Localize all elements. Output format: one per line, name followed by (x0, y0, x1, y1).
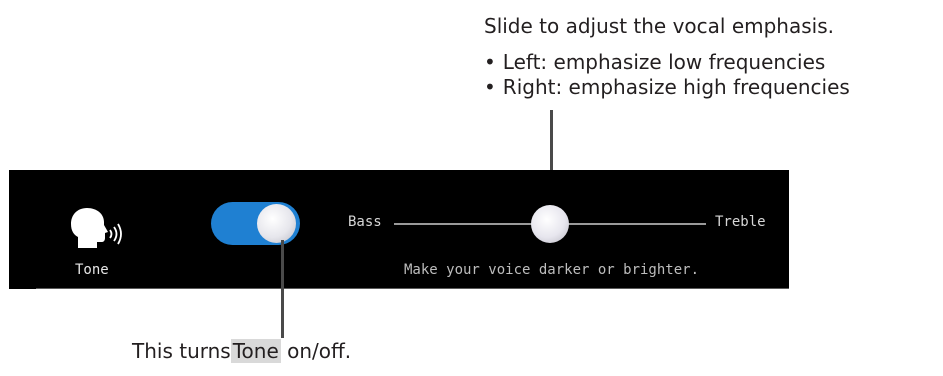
tone-label: Tone (75, 262, 109, 278)
callout-toggle: This turns Tone on/off. (132, 338, 351, 364)
slider-hint-text: Make your voice darker or brighter. (404, 262, 700, 278)
panel-divider (36, 288, 789, 289)
callout-toggle-leader-line (281, 240, 284, 338)
callout-toggle-highlight: Tone (230, 339, 281, 363)
callout-bullet-left: Left: emphasize low frequencies (484, 50, 934, 75)
slider-max-label: Treble (715, 214, 766, 230)
slider-min-label: Bass (348, 214, 382, 230)
speaking-head-icon (71, 208, 122, 248)
tone-toggle-knob[interactable] (257, 204, 296, 243)
callout-slider: Slide to adjust the vocal emphasis. Left… (484, 14, 934, 100)
tone-settings-panel: Tone Bass Treble Make your voice darker … (9, 170, 789, 289)
tone-emphasis-slider[interactable] (394, 200, 706, 246)
slider-thumb[interactable] (531, 205, 569, 243)
callout-slider-heading: Slide to adjust the vocal emphasis. (484, 14, 834, 38)
callout-toggle-suffix: on/off. (280, 339, 352, 363)
callout-bullet-right: Right: emphasize high frequencies (484, 75, 934, 100)
tone-toggle[interactable] (211, 202, 300, 245)
callout-toggle-prefix: This turns (132, 339, 231, 363)
callout-slider-bullets: Left: emphasize low frequencies Right: e… (484, 50, 934, 100)
